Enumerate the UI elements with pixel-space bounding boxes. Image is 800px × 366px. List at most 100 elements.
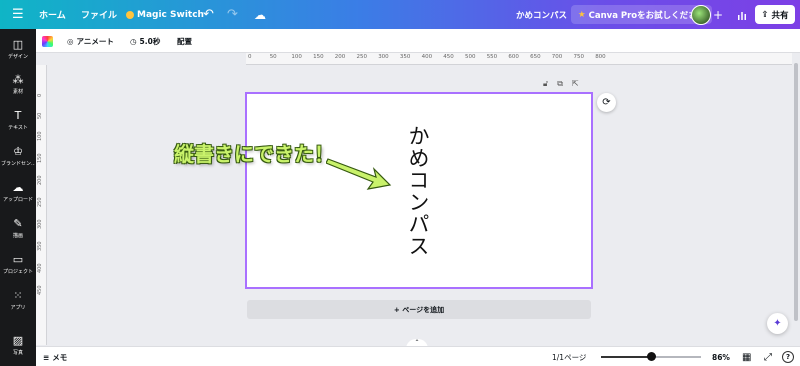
help-icon[interactable]: ? <box>782 351 794 363</box>
ruler-tick-label: 400 <box>421 54 433 60</box>
magic-switch-icon <box>126 10 134 19</box>
brand-icon: ♔ <box>13 145 23 158</box>
animate-button[interactable]: ◎ アニメート <box>67 29 114 53</box>
annotation-arrow-icon <box>326 158 392 190</box>
share-label: 共有 <box>771 10 789 21</box>
scrollbar-thumb[interactable] <box>794 63 798 321</box>
sidebar-item-label: 描画 <box>12 233 23 239</box>
vertical-text-element[interactable]: かめコンパス <box>403 125 433 257</box>
bottom-bar: ≡ メモ 1/1ページ 86% ▦ ⤢ ? <box>36 346 800 366</box>
text-icon: T <box>14 109 22 122</box>
sidebar-item-brand[interactable]: ♔ ブランドセン… <box>0 145 36 167</box>
clock-icon: ◷ <box>130 36 137 46</box>
add-page-button[interactable]: + ページを追加 <box>247 300 591 319</box>
draw-icon: ✎ <box>13 217 23 230</box>
ruler-tick-label: 450 <box>37 285 43 295</box>
magic-switch-button[interactable]: Magic Switch <box>126 0 204 29</box>
sidebar-item-projects[interactable]: ▭ プロジェクト <box>0 253 36 275</box>
ruler-tick-label: 400 <box>37 263 43 273</box>
add-page-icon[interactable]: ⇱ <box>572 79 579 89</box>
duration-button[interactable]: ◷ 5.0秒 <box>130 29 160 53</box>
ruler-tick-label: 0 <box>37 93 43 97</box>
insights-icon[interactable] <box>733 5 751 24</box>
sidebar-item-uploads[interactable]: ☁ アップロード <box>0 181 36 203</box>
undo-icon[interactable]: ↶ <box>203 0 214 29</box>
top-bar: ☰ ホーム ファイル Magic Switch ↶ ↷ ☁ かめコンパス ★ C… <box>0 0 800 29</box>
duration-label: 5.0秒 <box>139 36 161 46</box>
sidebar-item-apps[interactable]: ⁙ アプリ <box>0 289 36 311</box>
ruler-tick-label: 300 <box>37 219 43 229</box>
lock-icon[interactable]: 🔓︎ <box>543 79 548 89</box>
sidebar-item-design[interactable]: ◫ デザイン <box>0 38 36 60</box>
crown-icon: ★ <box>578 9 586 20</box>
apps-icon: ⁙ <box>13 289 23 302</box>
document-title[interactable]: かめコンパス <box>516 0 567 29</box>
zoom-slider-knob[interactable] <box>647 352 656 361</box>
ruler-tick-label: 100 <box>37 131 43 141</box>
notes-label: メモ <box>52 352 68 362</box>
sidebar-item-label: 素材 <box>12 89 23 95</box>
ruler-tick-label: 250 <box>356 54 368 60</box>
notes-icon: ≡ <box>43 352 50 362</box>
zoom-slider[interactable] <box>601 347 701 366</box>
ruler-tick-label: 50 <box>269 54 277 60</box>
ruler-tick-label: 300 <box>378 54 389 60</box>
animate-icon: ◎ <box>67 36 74 46</box>
avatar[interactable] <box>691 5 711 25</box>
photo-icon: ▨ <box>12 334 24 347</box>
top-ruler: 0 50 100 150 200 250 300 350 400 450 500 550 600 650 7… <box>246 53 796 65</box>
notes-button[interactable]: ≡ メモ <box>43 347 67 366</box>
sidebar-item-photos[interactable]: ▨ 写真 <box>0 334 36 356</box>
sidebar-item-label: 写真 <box>12 350 23 356</box>
magic-assistant-icon[interactable]: ✦ <box>767 313 788 334</box>
share-button[interactable]: ⇪ 共有 <box>755 5 795 24</box>
ruler-tick-label: 750 <box>573 54 585 60</box>
magic-switch-label: Magic Switch <box>137 9 204 20</box>
vertical-scrollbar[interactable] <box>792 53 800 346</box>
ruler-tick-label: 500 <box>465 54 476 60</box>
sidebar-item-draw[interactable]: ✎ 描画 <box>0 217 36 239</box>
left-ruler: 0 50 100 150 200 250 300 350 400 450 <box>36 65 47 345</box>
sidebar-item-text[interactable]: T テキスト <box>0 109 36 131</box>
grid-view-icon[interactable]: ▦ <box>742 347 751 366</box>
ruler-tick-label: 350 <box>399 54 411 60</box>
file-menu[interactable]: ファイル <box>81 0 117 29</box>
sidebar-item-elements[interactable]: ⁂ 素材 <box>0 73 36 95</box>
editor-toolbar: ◎ アニメート ◷ 5.0秒 配置 <box>36 29 800 53</box>
ruler-tick-label: 100 <box>291 54 302 60</box>
fullscreen-icon[interactable]: ⤢ <box>764 347 772 366</box>
try-pro-label: Canva Proをお試しください <box>588 10 706 21</box>
ruler-tick-label: 200 <box>334 54 346 60</box>
ruler-tick-label: 150 <box>313 54 324 60</box>
ruler-tick-label: 250 <box>37 197 43 207</box>
ruler-tick-label: 650 <box>530 54 541 60</box>
hamburger-icon[interactable]: ☰ <box>12 0 24 29</box>
ruler-tick-label: 150 <box>37 153 43 163</box>
page-count[interactable]: 1/1ページ <box>552 347 586 366</box>
rotate-icon[interactable]: ⟳ <box>597 93 616 112</box>
folder-icon: ▭ <box>12 253 24 266</box>
ruler-tick-label: 50 <box>37 112 43 119</box>
ruler-tick-label: 0 <box>248 54 252 60</box>
redo-icon[interactable]: ↷ <box>227 0 238 29</box>
ruler-tick-label: 200 <box>37 175 43 185</box>
sidebar-item-label: アプリ <box>10 305 26 311</box>
ruler-tick-label: 600 <box>508 54 519 60</box>
page-controls: 🔓︎ ⧉ ⇱ <box>543 79 579 89</box>
share-icon: ⇪ <box>761 9 769 20</box>
cloud-save-icon[interactable]: ☁ <box>254 0 266 29</box>
position-label: 配置 <box>177 36 192 46</box>
color-swatch-icon <box>42 35 53 47</box>
sidebar-item-label: デザイン <box>7 54 28 60</box>
ruler-tick-label: 550 <box>486 54 498 60</box>
zoom-slider-track <box>601 352 701 361</box>
sidebar-item-label: プロジェクト <box>2 269 33 275</box>
position-button[interactable]: 配置 <box>177 29 192 53</box>
add-collaborator-icon[interactable]: + <box>713 0 723 29</box>
zoom-level[interactable]: 86% <box>712 347 730 366</box>
duplicate-page-icon[interactable]: ⧉ <box>557 79 563 89</box>
home-menu[interactable]: ホーム <box>39 0 66 29</box>
sidebar-item-label: ブランドセン… <box>1 161 35 167</box>
annotation-text: 縦書きにできた！ <box>174 142 334 166</box>
color-picker-button[interactable] <box>42 29 53 53</box>
